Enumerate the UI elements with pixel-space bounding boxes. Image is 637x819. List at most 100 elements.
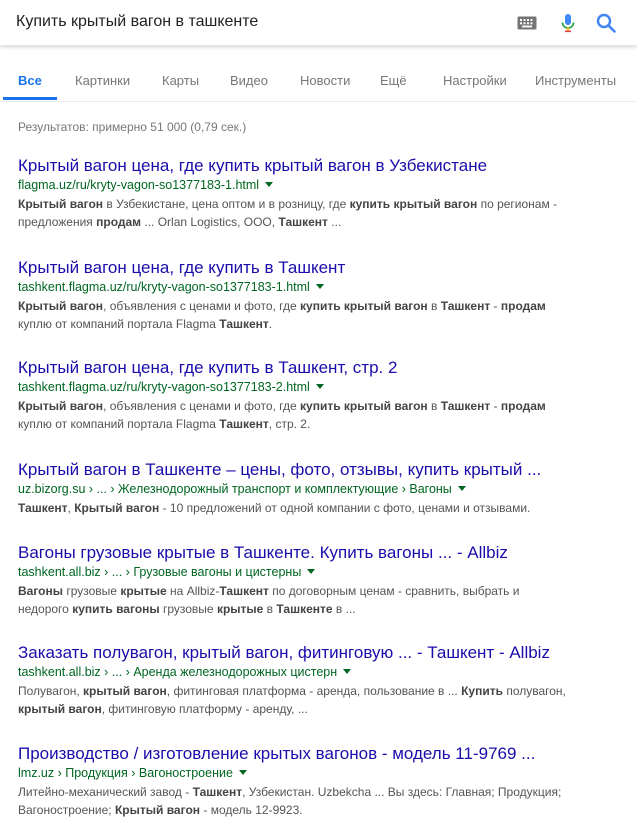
snippet-text: ... Orlan Logistics, ООО,	[141, 215, 279, 229]
result-title-link[interactable]: Заказать полувагон, крытый вагон, фитинг…	[18, 642, 618, 663]
result-title-link[interactable]: Вагоны грузовые крытые в Ташкенте. Купит…	[18, 542, 618, 563]
snippet-text: - 10 предложений от одной компании с фот…	[159, 501, 531, 515]
search-tabs: Все Картинки Карты Видео Новости Ещё Нас…	[0, 62, 637, 102]
snippet-highlight: купить крытый вагон	[349, 197, 478, 211]
search-result: Производство / изготовление крытых вагон…	[18, 743, 618, 819]
snippet-text: в	[427, 299, 441, 313]
snippet-text: Литейно-механический завод -	[18, 785, 193, 799]
keyboard-icon[interactable]	[517, 16, 537, 30]
result-title-link[interactable]: Крытый вагон цена, где купить крытый ваг…	[18, 155, 618, 176]
result-snippet: Крытый вагон в Узбекистане, цена оптом и…	[18, 195, 618, 231]
snippet-highlight: крытый вагон	[83, 684, 167, 698]
snippet-text: недорого	[18, 602, 73, 616]
snippet-text: - модель 12-9923.	[200, 803, 303, 817]
tab-all[interactable]: Все	[18, 73, 42, 88]
snippet-text: по регионам -	[477, 197, 558, 211]
microphone-icon[interactable]	[557, 12, 579, 34]
result-url-line: tashkent.all.biz › ... › Аренда железнод…	[18, 664, 618, 680]
snippet-text: , объявления с ценами и фото, где	[103, 299, 301, 313]
result-snippet: Вагоны грузовые крытые на Allbiz-Ташкент…	[18, 582, 618, 618]
snippet-highlight: Крытый вагон	[18, 299, 104, 313]
result-title-link[interactable]: Крытый вагон цена, где купить в Ташкент,…	[18, 357, 618, 378]
dropdown-caret-icon[interactable]	[457, 486, 466, 491]
search-input[interactable]: Купить крытый вагон в ташкенте	[16, 13, 258, 31]
tab-settings[interactable]: Настройки	[443, 73, 507, 88]
search-icon[interactable]	[595, 12, 617, 34]
result-title-link[interactable]: Крытый вагон в Ташкенте – цены, фото, от…	[18, 459, 618, 480]
snippet-text: на Allbiz-	[166, 584, 220, 598]
snippet-text: , стр. 2.	[268, 417, 311, 431]
snippet-text: куплю от компаний портала Flagma	[18, 417, 220, 431]
snippet-highlight: крытые	[120, 584, 167, 598]
snippet-text: полувагон,	[502, 684, 566, 698]
result-url-line: lmz.uz › Продукция › Вагоностроение	[18, 765, 618, 781]
snippet-highlight: Ташкент	[219, 317, 269, 331]
tab-videos[interactable]: Видео	[230, 73, 268, 88]
snippet-highlight: Ташкент	[18, 501, 68, 515]
dropdown-caret-icon[interactable]	[238, 770, 247, 775]
snippet-highlight: Купить	[461, 684, 503, 698]
snippet-highlight: купить крытый вагон	[300, 299, 428, 313]
snippet-highlight: купить вагоны	[72, 602, 160, 616]
snippet-text: , фитинговая платформа - аренда, пользов…	[166, 684, 462, 698]
snippet-text: в	[263, 602, 277, 616]
snippet-highlight: Крытый вагон	[74, 501, 160, 515]
result-url: flagma.uz/ru/kryty-vagon-so1377183-1.htm…	[18, 178, 260, 192]
result-url-line: tashkent.flagma.uz/ru/kryty-vagon-so1377…	[18, 279, 618, 295]
result-url-line: flagma.uz/ru/kryty-vagon-so1377183-1.htm…	[18, 177, 618, 193]
snippet-text: , фитинговую платформу - аренду, ...	[101, 702, 308, 716]
result-url: uz.bizorg.su › ... › Железнодорожный тра…	[18, 482, 452, 496]
snippet-highlight: Ташкент	[278, 215, 328, 229]
tab-more[interactable]: Ещё	[380, 73, 407, 88]
result-url: tashkent.all.biz › ... › Аренда железнод…	[18, 665, 338, 679]
dropdown-caret-icon[interactable]	[343, 669, 352, 674]
search-result: Вагоны грузовые крытые в Ташкенте. Купит…	[18, 542, 618, 618]
snippet-highlight: Ташкент	[192, 785, 243, 799]
dropdown-caret-icon[interactable]	[315, 384, 324, 389]
result-snippet: Полувагон, крытый вагон, фитинговая плат…	[18, 682, 618, 718]
snippet-highlight: продам	[500, 299, 546, 313]
dropdown-caret-icon[interactable]	[265, 182, 274, 187]
snippet-highlight: Крытый вагон	[18, 399, 104, 413]
snippet-text: в	[427, 399, 441, 413]
snippet-text: -	[490, 299, 501, 313]
snippet-text: грузовые	[63, 584, 121, 598]
snippet-text: в Узбекистане, цена оптом и в розницу, г…	[103, 197, 350, 211]
tab-news[interactable]: Новости	[300, 73, 350, 88]
result-title-link[interactable]: Производство / изготовление крытых вагон…	[18, 743, 618, 764]
result-url: lmz.uz › Продукция › Вагоностроение	[18, 766, 233, 780]
result-title-link[interactable]: Крытый вагон цена, где купить в Ташкент	[18, 257, 618, 278]
tab-images[interactable]: Картинки	[75, 73, 130, 88]
snippet-highlight: крытые	[216, 602, 264, 616]
search-result: Заказать полувагон, крытый вагон, фитинг…	[18, 642, 618, 718]
snippet-text: в ...	[332, 602, 356, 616]
tab-maps[interactable]: Карты	[162, 73, 199, 88]
snippet-highlight: Ташкент	[219, 417, 269, 431]
snippet-highlight: продам	[500, 399, 546, 413]
snippet-highlight: Крытый вагон	[114, 803, 201, 817]
snippet-text: Полувагон,	[18, 684, 84, 698]
snippet-highlight: Крытый вагон	[18, 197, 104, 211]
search-result: Крытый вагон цена, где купить крытый ваг…	[18, 155, 618, 231]
snippet-text: , Узбекистан. Uzbekcha ... Вы здесь: Гла…	[242, 785, 562, 799]
snippet-text: ...	[327, 215, 342, 229]
tab-tools[interactable]: Инструменты	[535, 73, 616, 88]
snippet-text: предложения	[18, 215, 97, 229]
snippet-text: Вагоностроение;	[18, 803, 115, 817]
result-snippet: Крытый вагон, объявления с ценами и фото…	[18, 397, 618, 433]
result-url: tashkent.flagma.uz/ru/kryty-vagon-so1377…	[18, 280, 310, 294]
dropdown-caret-icon[interactable]	[307, 569, 316, 574]
search-result: Крытый вагон в Ташкенте – цены, фото, от…	[18, 459, 618, 517]
active-tab-indicator	[3, 97, 57, 100]
search-bar: Купить крытый вагон в ташкенте	[0, 0, 637, 46]
snippet-text: куплю от компаний портала Flagma	[18, 317, 220, 331]
snippet-text: .	[268, 317, 273, 331]
result-url: tashkent.flagma.uz/ru/kryty-vagon-so1377…	[18, 380, 310, 394]
result-snippet: Крытый вагон, объявления с ценами и фото…	[18, 297, 618, 333]
snippet-highlight: Ташкент	[440, 299, 491, 313]
snippet-highlight: Ташкент	[440, 399, 491, 413]
result-url-line: tashkent.flagma.uz/ru/kryty-vagon-so1377…	[18, 379, 618, 395]
dropdown-caret-icon[interactable]	[315, 284, 324, 289]
result-stats: Результатов: примерно 51 000 (0,79 сек.)	[18, 120, 247, 134]
snippet-highlight: Ташкент	[219, 584, 269, 598]
